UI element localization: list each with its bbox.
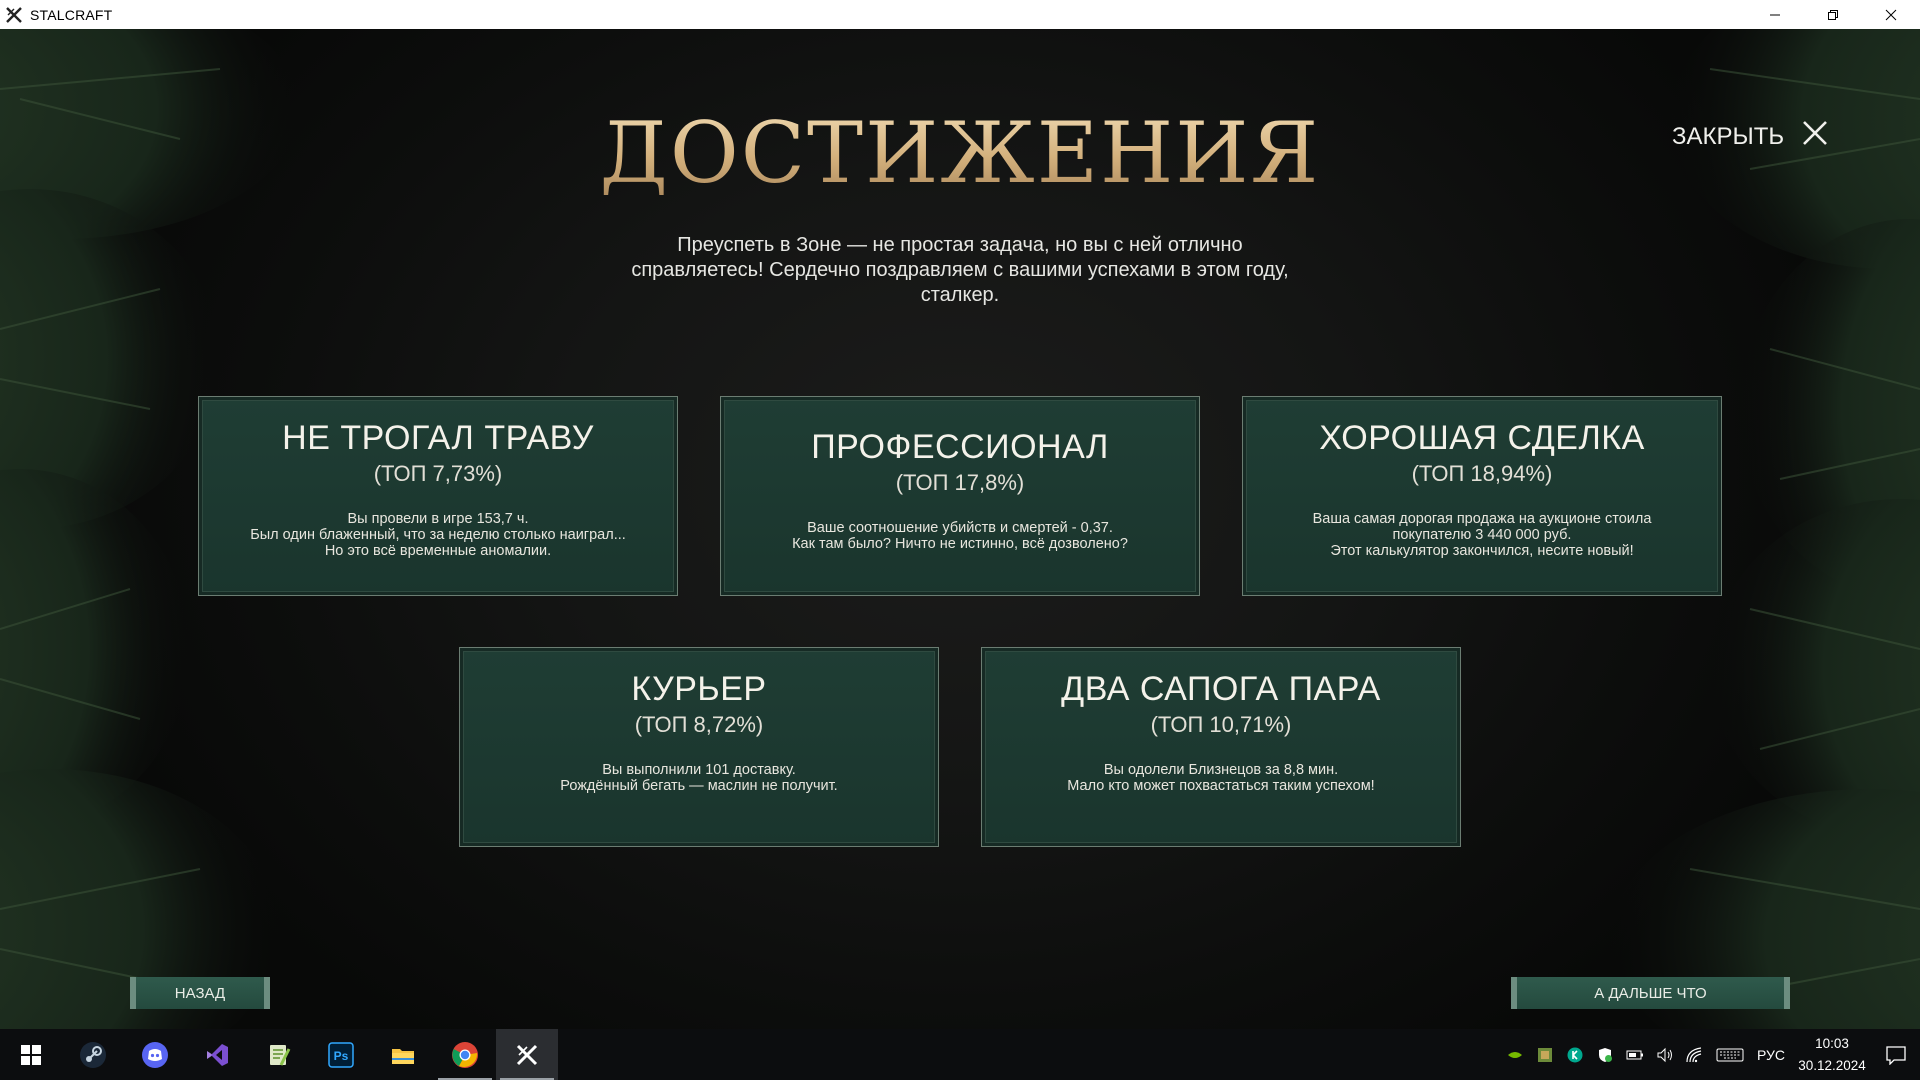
kaspersky-icon[interactable] [1560, 1029, 1590, 1080]
achievement-rank: (ТОП 17,8%) [895, 470, 1025, 495]
minimize-icon[interactable] [1746, 0, 1804, 29]
intro-text: Преуспеть в Зоне — не простая задача, но… [631, 234, 1289, 306]
achievement-card: ПРОФЕССИОНАЛ (ТОП 17,8%) Ваше соотношени… [720, 396, 1200, 596]
photoshop-text: Ps [334, 1049, 349, 1063]
achievement-description: Ваше соотношение убийств и смертей - 0,3… [792, 520, 1128, 552]
notepad-plus-plus-icon[interactable] [248, 1029, 310, 1080]
next-button[interactable]: А ДАЛЬШЕ ЧТО [1511, 977, 1790, 1009]
achievement-rank: (ТОП 18,94%) [1411, 461, 1553, 486]
photoshop-icon[interactable]: Ps [310, 1029, 372, 1080]
next-button-label: А ДАЛЬШЕ ЧТО [1594, 984, 1707, 1002]
window-title: STALCRAFT [30, 6, 113, 23]
achievements-screen: ДОСТИЖЕНИЯ ЗАКРЫТЬ Преуспеть в Зоне — не… [0, 29, 1920, 1029]
achievement-name: КУРЬЕР [631, 670, 767, 708]
stalcraft-logo-icon [4, 5, 24, 25]
stalcraft-icon[interactable] [496, 1029, 558, 1080]
system-tray: РУС 10:03 30.12.2024 [1500, 1029, 1920, 1080]
achievement-card: НЕ ТРОГАЛ ТРАВУ (ТОП 7,73%) Вы провели в… [198, 396, 678, 596]
window-controls [1746, 0, 1920, 29]
achievement-card: КУРЬЕР (ТОП 8,72%) Вы выполнили 101 дост… [459, 647, 939, 847]
visual-studio-icon[interactable] [186, 1029, 248, 1080]
achievement-description: Вы выполнили 101 доставку. Рождённый бег… [560, 762, 838, 794]
close-label: ЗАКРЫТЬ [1672, 122, 1785, 150]
restore-icon[interactable] [1804, 0, 1862, 29]
network-icon[interactable] [1680, 1029, 1710, 1080]
close-button[interactable]: ЗАКРЫТЬ [1672, 120, 1828, 153]
achievement-description: Ваша самая дорогая продажа на аукционе с… [1312, 511, 1652, 559]
close-x-icon [1802, 120, 1828, 153]
nvidia-icon[interactable] [1500, 1029, 1530, 1080]
chrome-icon[interactable] [434, 1029, 496, 1080]
language-indicator[interactable]: РУС [1750, 1047, 1792, 1063]
window-titlebar: STALCRAFT [0, 0, 1920, 29]
achievement-name: НЕ ТРОГАЛ ТРАВУ [282, 419, 594, 457]
windows-start-icon[interactable] [0, 1029, 62, 1080]
page-title: ДОСТИЖЕНИЯ [0, 104, 1920, 202]
file-explorer-icon[interactable] [372, 1029, 434, 1080]
clock[interactable]: 10:03 30.12.2024 [1792, 1033, 1872, 1077]
achievement-rank: (ТОП 8,72%) [634, 712, 764, 737]
back-button[interactable]: НАЗАД [130, 977, 270, 1009]
notifications-icon[interactable] [1872, 1045, 1920, 1065]
keyboard-icon[interactable] [1710, 1029, 1750, 1080]
achievement-description: Вы одолели Близнецов за 8,8 мин. Мало кт… [1067, 762, 1375, 794]
achievement-name: ХОРОШАЯ СДЕЛКА [1319, 419, 1645, 457]
defender-shield-icon[interactable] [1590, 1029, 1620, 1080]
discord-icon[interactable] [124, 1029, 186, 1080]
achievement-card: ХОРОШАЯ СДЕЛКА (ТОП 18,94%) Ваша самая д… [1242, 396, 1722, 596]
volume-icon[interactable] [1650, 1029, 1680, 1080]
achievement-name: ДВА САПОГА ПАРА [1061, 670, 1381, 708]
close-icon[interactable] [1862, 0, 1920, 29]
achievement-card: ДВА САПОГА ПАРА (ТОП 10,71%) Вы одолели … [981, 647, 1461, 847]
achievement-rank: (ТОП 10,71%) [1150, 712, 1292, 737]
clock-time: 10:03 [1815, 1035, 1849, 1051]
achievement-name: ПРОФЕССИОНАЛ [811, 428, 1109, 466]
back-button-label: НАЗАД [174, 984, 226, 1002]
achievement-rank: (ТОП 7,73%) [373, 461, 503, 486]
windows-taskbar: Ps РУС 10:03 30.12.2024 [0, 1029, 1920, 1080]
battery-icon[interactable] [1620, 1029, 1650, 1080]
clock-date: 30.12.2024 [1798, 1057, 1866, 1073]
app-tray-icon[interactable] [1530, 1029, 1560, 1080]
steam-icon[interactable] [62, 1029, 124, 1080]
achievement-description: Вы провели в игре 153,7 ч. Был один блаж… [250, 511, 626, 559]
